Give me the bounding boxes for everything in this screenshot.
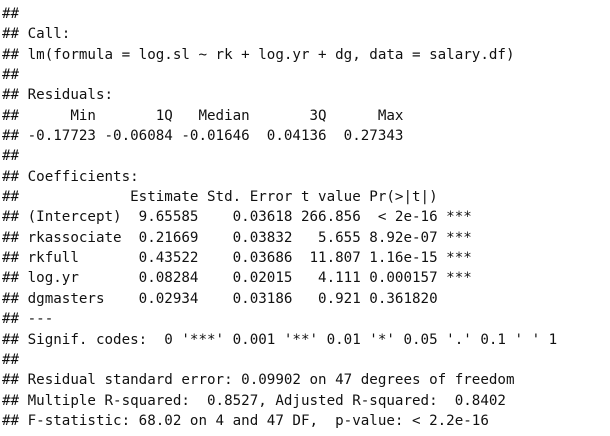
coefficient-row-intercept: ## (Intercept) 9.65585 0.03618 266.856 <… xyxy=(2,209,472,226)
coefficient-row-rkfull: ## rkfull 0.43522 0.03686 11.807 1.16e-1… xyxy=(2,250,472,267)
comment-line: ## xyxy=(2,67,20,84)
r-console-output: ## ## Call: ## lm(formula = log.sl ~ rk … xyxy=(0,0,610,436)
comment-line: ## xyxy=(2,148,20,165)
r-squared-line: ## Multiple R-squared: 0.8527, Adjusted … xyxy=(2,392,506,409)
call-heading: ## Call: xyxy=(2,26,71,43)
coefficient-row-rkassociate: ## rkassociate 0.21669 0.03832 5.655 8.9… xyxy=(2,229,472,246)
residuals-heading: ## Residuals: xyxy=(2,87,114,104)
residual-standard-error-line: ## Residual standard error: 0.09902 on 4… xyxy=(2,372,515,389)
coefficients-heading: ## Coefficients: xyxy=(2,168,139,185)
separator-line: ## --- xyxy=(2,311,54,328)
residuals-header-row: ## Min 1Q Median 3Q Max xyxy=(2,107,404,124)
coefficients-header-row: ## Estimate Std. Error t value Pr(>|t|) xyxy=(2,189,438,206)
residuals-values-row: ## -0.17723 -0.06084 -0.01646 0.04136 0.… xyxy=(2,128,404,145)
signif-codes-line: ## Signif. codes: 0 '***' 0.001 '**' 0.0… xyxy=(2,331,558,348)
f-statistic-line: ## F-statistic: 68.02 on 4 and 47 DF, p-… xyxy=(2,412,489,429)
comment-line: ## xyxy=(2,351,20,368)
coefficient-row-log-yr: ## log.yr 0.08284 0.02015 4.111 0.000157… xyxy=(2,270,472,287)
coefficient-row-dgmasters: ## dgmasters 0.02934 0.03186 0.921 0.361… xyxy=(2,290,438,307)
call-formula: ## lm(formula = log.sl ~ rk + log.yr + d… xyxy=(2,46,515,63)
comment-line: ## xyxy=(2,6,20,22)
